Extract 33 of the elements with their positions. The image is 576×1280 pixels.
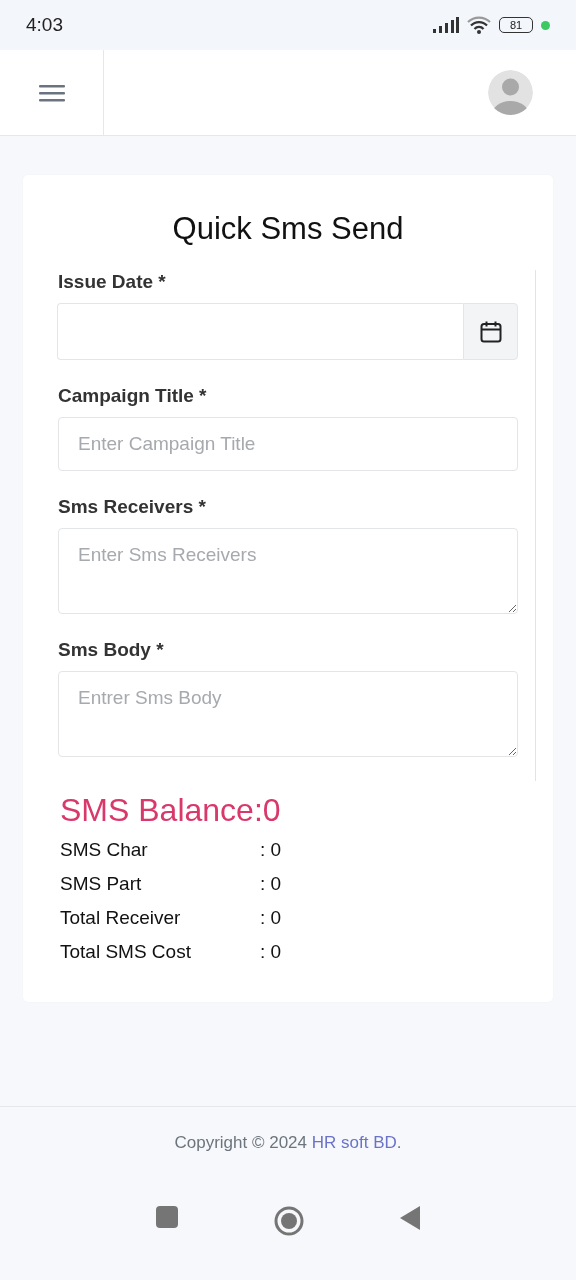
field-label: Sms Body * (58, 638, 165, 662)
calendar-button[interactable] (463, 303, 518, 360)
text-area[interactable]: Enter Sms Receivers (58, 528, 518, 614)
copyright-text: Copyright © 2024 HR soft BD. (174, 1133, 402, 1153)
indicator-dot (541, 20, 550, 30)
text-area[interactable]: Entrer Sms Body (58, 671, 518, 757)
input-field[interactable]: Enter Campaign Title (58, 417, 518, 471)
field-label: Campaign Title * (58, 384, 208, 408)
field-label: Issue Date * (58, 270, 167, 294)
menu-icon (38, 82, 65, 103)
stat-value: : 0 (260, 872, 282, 896)
balance-text: SMS Balance:0 (60, 791, 282, 829)
wifi-icon (467, 16, 491, 34)
recents-icon[interactable] (156, 1206, 178, 1228)
clock-time: 4:03 (26, 14, 63, 36)
home-icon[interactable] (274, 1206, 304, 1236)
stat-label: SMS Part (60, 872, 143, 896)
stat-label: Total Receiver (60, 906, 182, 930)
avatar-icon[interactable] (488, 70, 533, 115)
field-label: Sms Receivers * (58, 495, 207, 519)
stat-label: Total SMS Cost (60, 940, 192, 964)
stat-label: SMS Char (60, 838, 149, 862)
calendar-icon (478, 319, 503, 344)
stat-value: : 0 (260, 906, 282, 930)
date-field[interactable] (57, 303, 463, 360)
company-link[interactable]: HR soft BD (311, 1133, 397, 1152)
stat-value: : 0 (260, 940, 282, 964)
menu-button[interactable] (38, 82, 65, 103)
form-title: Quick Sms Send (171, 211, 405, 247)
back-icon[interactable] (400, 1206, 420, 1230)
battery-level: 81 (499, 17, 533, 33)
signal-icon (433, 17, 459, 33)
stat-value: : 0 (260, 838, 282, 862)
